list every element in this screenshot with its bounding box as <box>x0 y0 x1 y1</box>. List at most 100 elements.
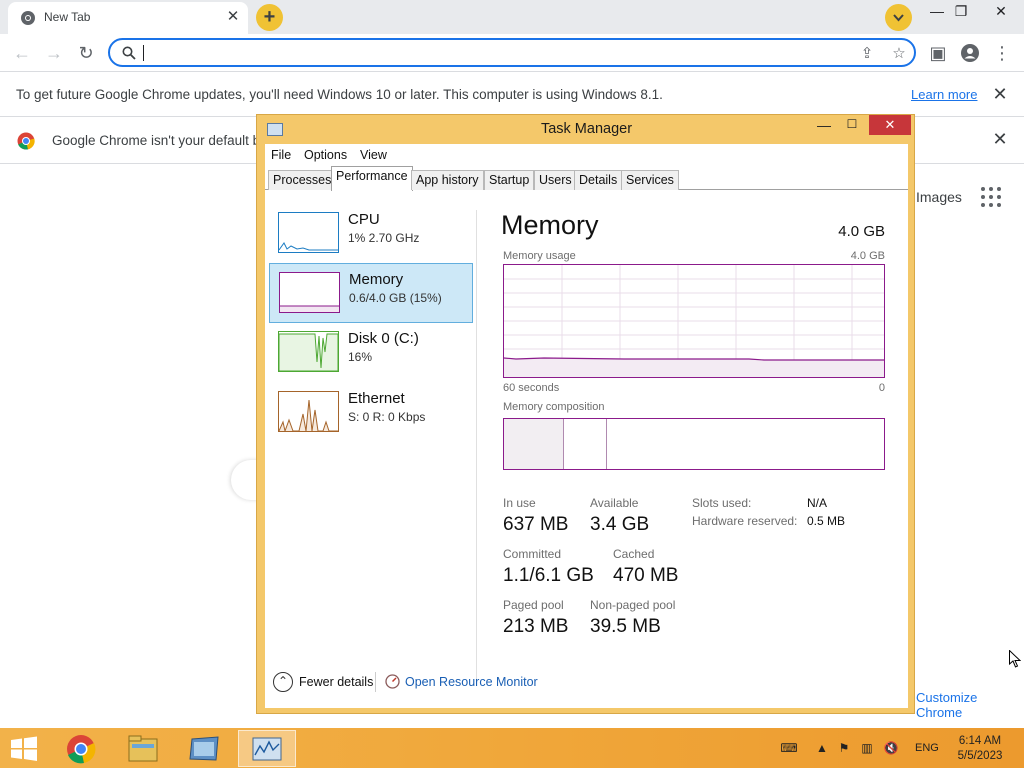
slots-used-value: N/A <box>807 496 828 510</box>
committed-value: 1.1/6.1 GB <box>503 565 594 586</box>
tab-close-icon[interactable]: ✕ <box>224 8 242 26</box>
sidebar-item-memory[interactable]: Memory 0.6/4.0 GB (15%) <box>269 263 473 323</box>
taskbar-task-manager-app[interactable] <box>238 730 296 767</box>
composition-in-use <box>504 419 564 469</box>
tm-menu-bar: File Options View <box>265 144 908 166</box>
sidebar-label-memory: Memory <box>349 271 404 288</box>
tab-app-history[interactable]: App history <box>411 170 484 190</box>
available-value: 3.4 GB <box>590 514 650 535</box>
tab-users[interactable]: Users <box>534 170 577 190</box>
windows-taskbar: ⌨ ▲ ⚑ ▥ 🔇 ENG 6:14 AM 5/5/2023 <box>0 728 1024 768</box>
default-browser-close-icon[interactable]: ✕ <box>990 129 1010 149</box>
tab-processes[interactable]: Processes <box>268 170 337 190</box>
chevron-down-icon <box>893 14 904 22</box>
sidebar-detail-cpu: 1% 2.70 GHz <box>348 231 420 245</box>
chrome-favicon-icon <box>21 11 35 25</box>
composition-modified <box>564 419 607 469</box>
task-manager-window: Task Manager — ☐ ✕ File Options View Pro… <box>256 114 915 714</box>
search-icon <box>122 46 136 60</box>
address-input[interactable] <box>142 43 822 62</box>
forward-button[interactable]: → <box>41 40 67 66</box>
window-restore-button[interactable]: ❐ <box>946 0 976 22</box>
infobar-close-icon[interactable]: ✕ <box>990 84 1010 104</box>
memory-heading: Memory <box>501 210 599 240</box>
tab-title: New Tab <box>44 10 91 24</box>
nonpaged-pool-label: Non-paged pool <box>590 598 676 612</box>
chrome-taskbar-icon <box>67 735 96 764</box>
default-browser-message: Google Chrome isn't your default browser <box>52 133 256 148</box>
sidebar-detail-disk: 16% <box>348 350 373 364</box>
available-label: Available <box>590 496 639 510</box>
taskbar-chrome-app[interactable] <box>52 730 110 767</box>
committed-label: Committed <box>503 547 562 561</box>
in-use-label: In use <box>503 496 536 510</box>
sidebar-item-cpu[interactable]: CPU 1% 2.70 GHz <box>269 204 473 264</box>
tab-new-tab[interactable]: New Tab ✕ <box>8 2 248 34</box>
images-link[interactable]: Images <box>916 189 962 205</box>
sidebar-item-disk[interactable]: Disk 0 (C:) 16% <box>269 323 473 383</box>
tab-search-button[interactable] <box>885 4 912 31</box>
open-resource-monitor-link[interactable]: Open Resource Monitor <box>405 675 538 689</box>
tm-close-button[interactable]: ✕ <box>869 115 911 135</box>
customize-chrome-button[interactable]: Customize Chrome <box>916 690 1024 720</box>
memory-composition-bar <box>503 418 885 470</box>
fewer-details-button[interactable]: Fewer details <box>299 675 373 689</box>
hardware-reserved-value: 0.5 MB <box>807 514 846 528</box>
volume-muted-icon[interactable]: 🔇 <box>883 741 899 755</box>
task-manager-taskbar-icon <box>252 737 282 761</box>
tab-services[interactable]: Services <box>621 170 679 190</box>
sidebar-label-disk: Disk 0 (C:) <box>348 330 419 347</box>
cached-label: Cached <box>613 547 655 561</box>
menu-options[interactable]: Options <box>304 148 347 162</box>
share-icon[interactable]: ⇪ <box>858 45 876 63</box>
reload-button[interactable]: ↻ <box>73 40 99 66</box>
memory-composition-label: Memory composition <box>503 401 605 413</box>
infobar-message: To get future Google Chrome updates, you… <box>16 87 663 102</box>
tm-minimize-button[interactable]: — <box>813 117 835 137</box>
memory-thumbnail-graph <box>279 272 340 313</box>
sidebar-divider <box>476 210 477 684</box>
tab-performance[interactable]: Performance <box>331 166 413 191</box>
cpu-thumbnail-graph <box>278 212 339 253</box>
side-panel-icon[interactable]: ▣ <box>925 40 951 66</box>
sidebar-detail-ethernet: S: 0 R: 0 Kbps <box>348 410 426 424</box>
nonpaged-pool-value: 39.5 MB <box>590 616 661 637</box>
show-hidden-icons-icon[interactable]: ▲ <box>814 741 830 755</box>
tm-maximize-button[interactable]: ☐ <box>841 117 863 137</box>
cached-value: 470 MB <box>613 565 679 586</box>
update-infobar: To get future Google Chrome updates, you… <box>0 71 1024 117</box>
profile-avatar-icon[interactable] <box>957 40 983 66</box>
fewer-details-chevron-icon[interactable]: ⌃ <box>273 672 293 692</box>
language-indicator[interactable]: ENG <box>915 742 939 754</box>
hardware-reserved-label: Hardware reserved: <box>692 514 798 528</box>
footer-divider <box>375 672 376 692</box>
memory-usage-graph <box>503 264 885 378</box>
slots-used-label: Slots used: <box>692 496 752 510</box>
learn-more-link[interactable]: Learn more <box>911 87 977 102</box>
windows-start-icon[interactable] <box>9 736 39 761</box>
tab-startup[interactable]: Startup <box>484 170 535 190</box>
paged-pool-value: 213 MB <box>503 616 569 637</box>
touch-keyboard-icon[interactable]: ⌨ <box>775 741 803 755</box>
browser-toolbar: ← → ↻ ⇪ ☆ ▣ ⋮ <box>0 34 1024 71</box>
application-window-icon <box>189 736 219 761</box>
sidebar-item-ethernet[interactable]: Ethernet S: 0 R: 0 Kbps <box>269 383 473 443</box>
menu-file[interactable]: File <box>271 148 291 162</box>
taskbar-file-explorer-app[interactable] <box>114 730 172 767</box>
tab-details[interactable]: Details <box>574 170 623 190</box>
menu-kebab-icon[interactable]: ⋮ <box>989 40 1015 66</box>
clock[interactable]: 6:14 AM 5/5/2023 <box>944 734 1016 764</box>
window-close-button[interactable]: ✕ <box>986 0 1016 22</box>
new-tab-button[interactable]: + <box>256 4 283 31</box>
chrome-logo-icon <box>17 132 35 150</box>
back-button[interactable]: ← <box>9 40 35 66</box>
apps-grid-icon[interactable] <box>980 186 1002 208</box>
menu-view[interactable]: View <box>360 148 387 162</box>
action-center-flag-icon[interactable]: ⚑ <box>836 741 852 755</box>
network-icon[interactable]: ▥ <box>859 741 875 755</box>
sidebar-label-ethernet: Ethernet <box>348 390 405 407</box>
taskbar-window-app[interactable] <box>176 730 234 767</box>
address-bar[interactable]: ⇪ ☆ <box>108 38 916 67</box>
bookmark-star-icon[interactable]: ☆ <box>890 45 908 63</box>
graph-time-label: 60 seconds <box>503 382 560 394</box>
